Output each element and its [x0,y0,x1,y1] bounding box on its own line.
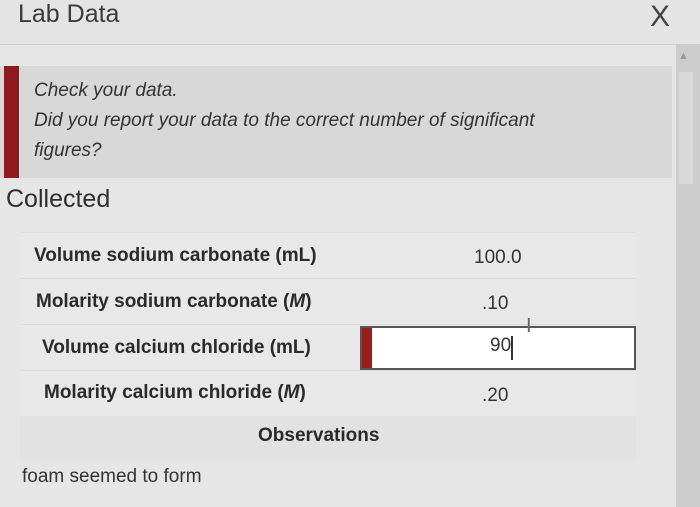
row-label-volume-sodium-carbonate: Volume sodium carbonate (mL) [34,245,317,266]
row-label-molarity-calcium-chloride: Molarity calcium chloride (M) [44,382,306,403]
row-label-volume-calcium-chloride: Volume calcium chloride (mL) [42,337,311,358]
close-button[interactable]: X [650,0,670,34]
text-cursor-icon: I [526,315,532,337]
text-caret [511,336,513,360]
volume-calcium-chloride-value[interactable]: 90 [490,335,511,357]
scrollbar-thumb[interactable] [679,72,693,184]
alert-line-3: figures? [34,140,102,161]
window-title: Lab Data [18,0,120,28]
observations-title: Observations [258,425,380,446]
value-molarity-calcium-chloride: .20 [482,385,509,406]
section-title-collected: Collected [6,185,111,213]
alert-line-1: Check your data. [34,80,178,101]
input-error-marker [362,328,372,368]
value-molarity-sodium-carbonate: .10 [482,293,509,314]
scroll-up-icon[interactable]: ▲ [678,50,689,62]
alert-accent-bar [4,66,19,178]
observations-text: foam seemed to form [22,466,202,487]
value-volume-sodium-carbonate: 100.0 [474,247,522,268]
row-label-molarity-sodium-carbonate: Molarity sodium carbonate (M) [36,291,312,312]
alert-line-2: Did you report your data to the correct … [34,110,535,131]
